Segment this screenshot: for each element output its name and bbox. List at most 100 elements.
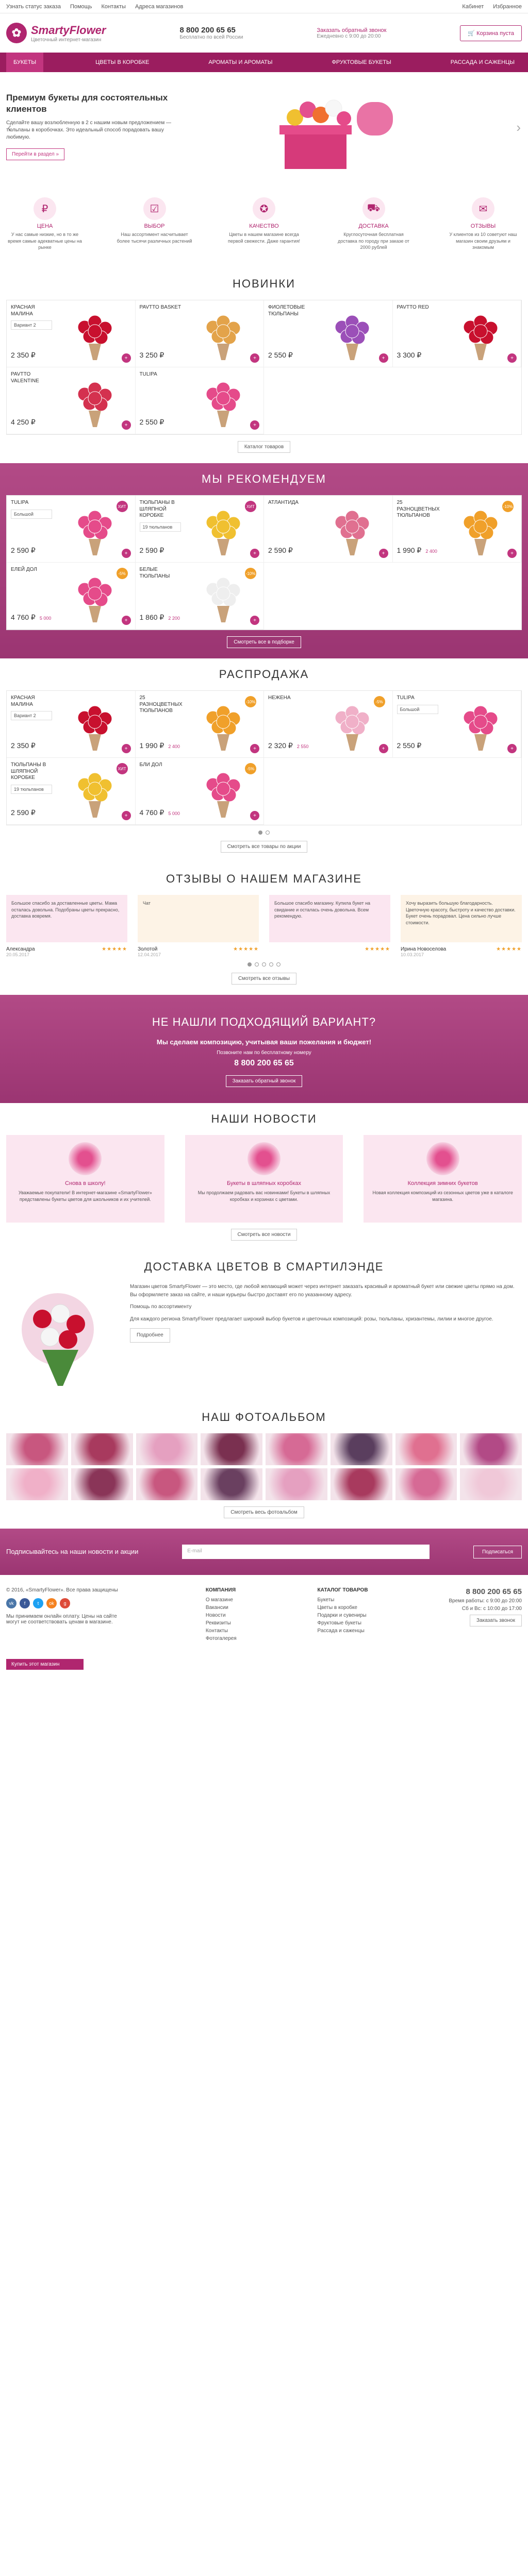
variant-select[interactable]: Вариант 2 bbox=[11, 320, 52, 330]
product-name[interactable]: НЕЖЕНА bbox=[268, 695, 315, 702]
footer-link[interactable]: Рассада и саженцы bbox=[318, 1628, 368, 1634]
product-card[interactable]: НЕЖЕНА -5% 2 320 ₽2 550 + bbox=[264, 691, 393, 758]
footer-link[interactable]: Фруктовые букеты bbox=[318, 1620, 368, 1626]
logo[interactable]: ✿ SmartyFlower Цветочный интернет-магази… bbox=[6, 23, 106, 43]
news-card[interactable]: Букеты в шляпных коробках Мы продолжаем р… bbox=[185, 1135, 343, 1223]
footer-link[interactable]: Фотогалерея bbox=[206, 1636, 237, 1641]
product-card[interactable]: ФИОЛЕТОВЫЕ ТЮЛЬПАНЫ 2 550 ₽ + bbox=[264, 300, 393, 367]
product-card[interactable]: БЛИ ДОЛ -5% 4 760 ₽5 000 + bbox=[135, 758, 264, 825]
product-name[interactable]: ФИОЛЕТОВЫЕ ТЮЛЬПАНЫ bbox=[268, 304, 315, 317]
footer-phone[interactable]: 8 800 200 65 65 bbox=[449, 1587, 522, 1596]
product-image[interactable] bbox=[321, 697, 383, 752]
top-link[interactable]: Узнать статус заказа bbox=[6, 4, 61, 10]
product-image[interactable] bbox=[450, 502, 512, 556]
product-name[interactable]: 25 РАЗНОЦВЕТНЫХ ТЮЛЬПАНОВ bbox=[397, 500, 443, 519]
product-card[interactable]: БЕЛЫЕ ТЮЛЬПАНЫ -10% 1 860 ₽2 200 + bbox=[135, 563, 264, 630]
variant-select[interactable]: Большой bbox=[11, 509, 52, 519]
slider-dot[interactable] bbox=[266, 831, 270, 835]
add-to-cart-icon[interactable]: + bbox=[378, 744, 388, 753]
add-to-cart-icon[interactable]: + bbox=[378, 353, 388, 363]
product-card[interactable]: PAVTTO RED 3 300 ₽ + bbox=[392, 300, 521, 367]
album-photo[interactable] bbox=[201, 1433, 262, 1465]
album-photo[interactable] bbox=[395, 1433, 457, 1465]
subscribe-button[interactable]: Подписаться bbox=[473, 1545, 522, 1558]
add-to-cart-icon[interactable]: + bbox=[121, 353, 131, 363]
album-photo[interactable] bbox=[136, 1433, 198, 1465]
album-photo[interactable] bbox=[6, 1433, 68, 1465]
product-image[interactable] bbox=[64, 569, 126, 623]
all-reviews-button[interactable]: Смотреть все отзывы bbox=[231, 973, 297, 985]
product-card[interactable]: TULIPA Большой ХИТ 2 590 ₽ + bbox=[7, 496, 136, 563]
nav-item-aromas[interactable]: Ароматы и ароматы bbox=[201, 53, 279, 72]
product-card[interactable]: TULIPA 2 550 ₽ + bbox=[135, 367, 264, 434]
product-image[interactable] bbox=[321, 307, 383, 361]
product-name[interactable]: TULIPA bbox=[140, 371, 186, 378]
promo-phone[interactable]: 8 800 200 65 65 bbox=[0, 1059, 528, 1068]
nav-item-bouquets[interactable]: Букеты bbox=[6, 53, 44, 72]
product-name[interactable]: TULIPA bbox=[397, 695, 443, 702]
catalog-button[interactable]: Каталог товаров bbox=[237, 441, 291, 453]
product-card[interactable]: КРАСНАЯ МАЛИНА Вариант 2 2 350 ₽ + bbox=[7, 300, 136, 367]
product-name[interactable]: PAVTTO RED bbox=[397, 304, 443, 311]
delivery-more-button[interactable]: Подробнее bbox=[130, 1328, 170, 1343]
product-image[interactable] bbox=[321, 502, 383, 556]
footer-link[interactable]: Цветы в коробке bbox=[318, 1605, 368, 1611]
twitter-icon[interactable]: t bbox=[33, 1598, 43, 1608]
product-name[interactable]: TULIPA bbox=[11, 500, 57, 506]
product-image[interactable] bbox=[64, 764, 126, 819]
all-photos-button[interactable]: Смотреть весь фотоальбом bbox=[224, 1506, 304, 1518]
product-name[interactable]: ЕЛЕЙ ДОЛ bbox=[11, 567, 57, 573]
product-image[interactable] bbox=[64, 697, 126, 752]
product-name[interactable]: 25 РАЗНОЦВЕТНЫХ ТЮЛЬПАНОВ bbox=[140, 695, 186, 715]
album-photo[interactable] bbox=[71, 1433, 133, 1465]
variant-select[interactable]: Вариант 2 bbox=[11, 711, 52, 720]
product-image[interactable] bbox=[64, 502, 126, 556]
slider-dot[interactable] bbox=[269, 962, 273, 967]
product-card[interactable]: ТЮЛЬПАНЫ В ШЛЯПНОЙ КОРОБКЕ 19 тюльпанов ХИ… bbox=[135, 496, 264, 563]
slider-dot[interactable] bbox=[276, 962, 280, 967]
add-to-cart-icon[interactable]: + bbox=[250, 744, 259, 753]
nav-item-fruit[interactable]: Фруктовые букеты bbox=[325, 53, 399, 72]
add-to-cart-icon[interactable]: + bbox=[507, 744, 517, 753]
variant-select[interactable]: Большой bbox=[397, 704, 438, 714]
sale-all-button[interactable]: Смотреть все товары по акции bbox=[220, 841, 308, 853]
product-card[interactable]: ТЮЛЬПАНЫ В ШЛЯПНОЙ КОРОБКЕ 19 тюльпанов ХИ… bbox=[7, 758, 136, 825]
product-card[interactable]: PAVTTO VALENTINE 4 250 ₽ + bbox=[7, 367, 136, 434]
nav-item-boxes[interactable]: Цветы в коробке bbox=[88, 53, 156, 72]
add-to-cart-icon[interactable]: + bbox=[250, 549, 259, 558]
footer-link[interactable]: Контакты bbox=[206, 1628, 237, 1634]
product-name[interactable]: БЛИ ДОЛ bbox=[140, 762, 186, 769]
product-name[interactable]: PAVTTO VALENTINE bbox=[11, 371, 57, 384]
promo-callback-button[interactable]: Заказать обратный звонок bbox=[225, 1075, 303, 1087]
add-to-cart-icon[interactable]: + bbox=[250, 420, 259, 430]
google-icon[interactable]: g bbox=[60, 1598, 70, 1608]
top-link[interactable]: Помощь bbox=[70, 4, 92, 10]
album-photo[interactable] bbox=[330, 1433, 392, 1465]
album-photo[interactable] bbox=[136, 1468, 198, 1500]
slider-dot[interactable] bbox=[248, 962, 252, 967]
add-to-cart-icon[interactable]: + bbox=[507, 549, 517, 558]
add-to-cart-icon[interactable]: + bbox=[250, 616, 259, 625]
product-card[interactable]: ЕЛЕЙ ДОЛ -5% 4 760 ₽5 000 + bbox=[7, 563, 136, 630]
news-title[interactable]: Снова в школу! bbox=[13, 1180, 157, 1187]
product-card[interactable]: АТЛАНТИДА 2 590 ₽ + bbox=[264, 496, 393, 563]
callback-link[interactable]: Заказать обратный звонок bbox=[317, 27, 386, 33]
product-name[interactable]: ТЮЛЬПАНЫ В ШЛЯПНОЙ КОРОБКЕ bbox=[11, 762, 57, 782]
album-photo[interactable] bbox=[71, 1468, 133, 1500]
product-name[interactable]: КРАСНАЯ МАЛИНА bbox=[11, 304, 57, 317]
album-photo[interactable] bbox=[6, 1468, 68, 1500]
news-title[interactable]: Коллекция зимних букетов bbox=[371, 1180, 515, 1187]
product-image[interactable] bbox=[450, 697, 512, 752]
recommend-all-button[interactable]: Смотреть все в подборке bbox=[227, 636, 301, 648]
product-name[interactable]: БЕЛЫЕ ТЮЛЬПАНЫ bbox=[140, 567, 186, 580]
hero-button[interactable]: Перейти в раздел » bbox=[6, 148, 65, 160]
top-link[interactable]: Контакты bbox=[101, 4, 126, 10]
facebook-icon[interactable]: f bbox=[20, 1598, 30, 1608]
variant-select[interactable]: 19 тюльпанов bbox=[139, 522, 181, 532]
email-field[interactable]: E-mail bbox=[182, 1545, 430, 1559]
product-image[interactable] bbox=[192, 764, 254, 819]
product-card[interactable]: TULIPA Большой 2 550 ₽ + bbox=[392, 691, 521, 758]
product-name[interactable]: КРАСНАЯ МАЛИНА bbox=[11, 695, 57, 708]
album-photo[interactable] bbox=[460, 1433, 522, 1465]
footer-link[interactable]: Новости bbox=[206, 1613, 237, 1618]
